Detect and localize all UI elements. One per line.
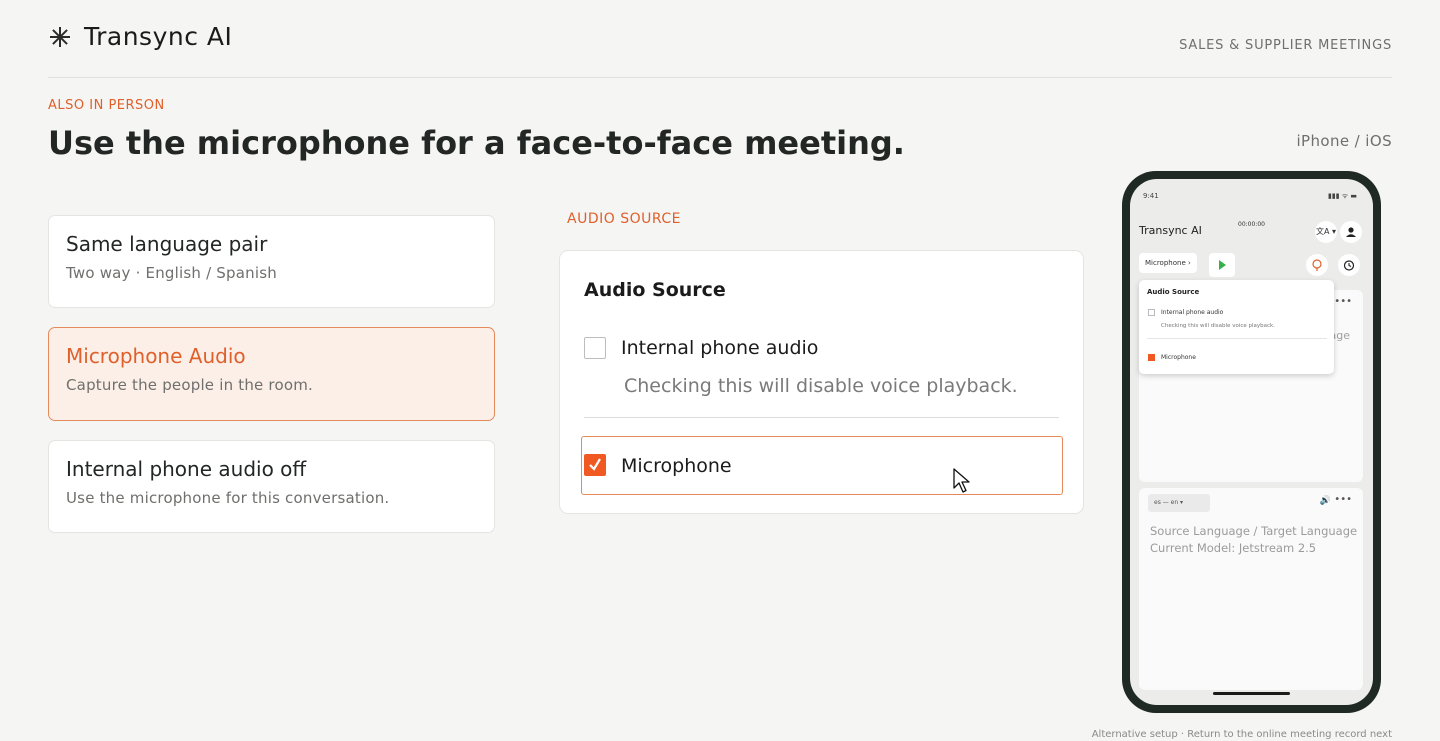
brand-logo[interactable]: Transync AI xyxy=(48,22,232,51)
option-title: Same language pair xyxy=(66,232,268,256)
phone-timer: 00:00:00 xyxy=(1238,221,1265,228)
phone-transcript-panel-bottom: es — en ▾ 🔊 ••• Source Language / Target… xyxy=(1139,488,1363,690)
top-header: Transync AI SALES & SUPPLIER MEETINGS xyxy=(48,0,1392,78)
phone-microphone-button[interactable]: Microphone › xyxy=(1139,253,1197,273)
microphone-label[interactable]: Microphone xyxy=(621,455,732,477)
internal-phone-audio-checkbox[interactable] xyxy=(584,337,606,359)
divider xyxy=(1147,338,1327,339)
popover-internal-checkbox[interactable] xyxy=(1148,309,1155,316)
brand-name: Transync AI xyxy=(84,22,233,51)
speaker-icon[interactable]: 🔊 xyxy=(1320,496,1331,506)
source-target-language-text: Source Language / Target Language xyxy=(1150,524,1358,538)
iphone-mockup: 9:41 ▮▮▮ ᯤ ▬ Transync AI 00:00:00 文A ▾ M… xyxy=(1122,171,1381,713)
popover-microphone-checkbox[interactable] xyxy=(1148,354,1155,361)
option-title: Microphone Audio xyxy=(66,344,246,368)
page-title: Use the microphone for a face-to-face me… xyxy=(48,124,905,162)
popover-title: Audio Source xyxy=(1147,288,1200,296)
option-card-microphone-audio[interactable]: Microphone Audio Capture the people in t… xyxy=(48,327,495,421)
nav-link-sales-supplier-meetings[interactable]: SALES & SUPPLIER MEETINGS xyxy=(1179,38,1392,53)
divider xyxy=(584,417,1059,418)
platform-label: iPhone / iOS xyxy=(1296,132,1392,150)
option-subtitle: Use the microphone for this conversation… xyxy=(66,489,390,507)
status-time: 9:41 xyxy=(1143,192,1159,200)
play-icon[interactable] xyxy=(1209,253,1235,277)
phone-audio-source-popover: Audio Source Internal phone audio Checki… xyxy=(1139,280,1334,374)
phone-app-title: Transync AI xyxy=(1139,224,1202,237)
language-selector[interactable]: es — en ▾ xyxy=(1148,494,1210,512)
option-title: Internal phone audio off xyxy=(66,457,307,481)
option-subtitle: Capture the people in the room. xyxy=(66,376,314,394)
section-eyebrow: ALSO IN PERSON xyxy=(48,98,165,113)
status-icons: ▮▮▮ ᯤ ▬ xyxy=(1327,192,1357,200)
pin-icon[interactable] xyxy=(1306,254,1328,276)
more-icon[interactable]: ••• xyxy=(1334,296,1352,307)
footer-note: Alternative setup · Return to the online… xyxy=(1091,729,1392,740)
translate-icon[interactable]: 文A ▾ xyxy=(1315,221,1337,243)
home-indicator xyxy=(1213,692,1290,695)
more-icon[interactable]: ••• xyxy=(1334,494,1352,505)
audio-source-card: Audio Source Internal phone audio Checki… xyxy=(559,250,1084,514)
popover-microphone-label[interactable]: Microphone xyxy=(1161,354,1196,361)
option-card-same-language-pair[interactable]: Same language pair Two way · English / S… xyxy=(48,215,495,308)
profile-icon[interactable] xyxy=(1340,221,1362,243)
mouse-pointer-icon xyxy=(953,468,970,493)
option-subtitle: Two way · English / Spanish xyxy=(66,264,277,282)
alarm-icon[interactable] xyxy=(1338,254,1360,276)
audio-source-section-label: AUDIO SOURCE xyxy=(567,211,682,227)
sparkle-logo-icon xyxy=(48,25,72,49)
option-card-internal-phone-audio-off[interactable]: Internal phone audio off Use the microph… xyxy=(48,440,495,533)
current-model-text: Current Model: Jetstream 2.5 xyxy=(1150,541,1317,555)
audio-source-card-title: Audio Source xyxy=(584,279,726,301)
microphone-checkbox[interactable] xyxy=(584,454,606,476)
popover-internal-label[interactable]: Internal phone audio xyxy=(1161,309,1223,316)
popover-note: Checking this will disable voice playbac… xyxy=(1161,323,1275,329)
internal-phone-audio-label[interactable]: Internal phone audio xyxy=(621,337,818,359)
checkmark-icon xyxy=(589,458,601,471)
internal-phone-audio-note: Checking this will disable voice playbac… xyxy=(624,375,1018,397)
phone-screen: 9:41 ▮▮▮ ᯤ ▬ Transync AI 00:00:00 文A ▾ M… xyxy=(1130,179,1373,705)
